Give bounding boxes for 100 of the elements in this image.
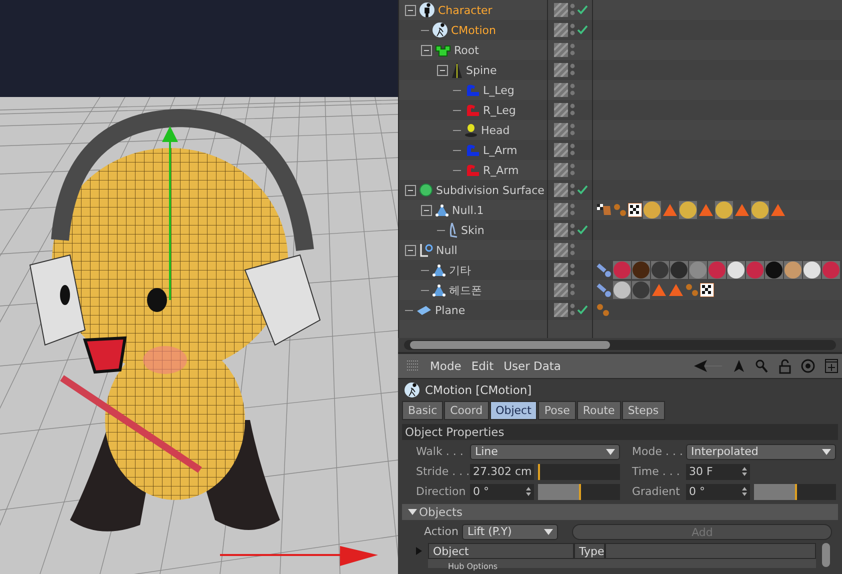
stepper-icon[interactable] — [526, 487, 531, 496]
dropdown[interactable]: Lift (P.Y) — [462, 524, 558, 540]
collapse-icon[interactable] — [421, 204, 432, 216]
object-name[interactable]: R_Arm — [483, 164, 519, 176]
slider-fill[interactable] — [538, 484, 581, 500]
object-name[interactable]: 기타 — [449, 262, 471, 278]
check-icon[interactable] — [577, 25, 588, 35]
tab[interactable]: Route — [576, 401, 621, 420]
object-name[interactable]: Plane — [435, 304, 466, 316]
collapse-caret-icon[interactable] — [408, 509, 417, 515]
layer-swatch-icon[interactable] — [554, 3, 568, 17]
object-row[interactable]: 헤드폰 — [398, 280, 842, 300]
object-name[interactable]: Null — [436, 244, 458, 256]
dropdown[interactable]: Line — [470, 444, 620, 460]
stepper-icon[interactable] — [742, 487, 747, 496]
triangle-tag-icon[interactable] — [770, 203, 786, 217]
x-axis-arrow-icon[interactable] — [220, 546, 378, 566]
check-icon[interactable] — [577, 305, 588, 315]
visibility-dots-icon[interactable] — [570, 263, 575, 277]
visibility-dots-icon[interactable] — [570, 83, 575, 97]
expand-caret-icon[interactable] — [416, 547, 422, 555]
tab[interactable]: Pose — [538, 401, 576, 420]
object-row[interactable]: Null.1 — [398, 200, 842, 220]
viewport-3d[interactable] — [0, 0, 398, 574]
stepper-icon[interactable] — [742, 467, 747, 476]
y-axis-arrow-icon[interactable] — [162, 126, 178, 300]
visibility-dots-icon[interactable] — [570, 223, 575, 237]
dropdown[interactable]: Interpolated — [686, 444, 836, 460]
menu-item[interactable]: User Data — [504, 359, 561, 373]
layer-swatch-icon[interactable] — [554, 23, 568, 37]
layer-swatch-icon[interactable] — [554, 263, 568, 277]
layer-swatch-icon[interactable] — [554, 143, 568, 157]
menu-item[interactable]: Edit — [471, 359, 494, 373]
slider-fill[interactable] — [754, 484, 797, 500]
dots-tag-icon[interactable] — [596, 303, 610, 317]
scrollbar-thumb[interactable] — [410, 341, 610, 349]
triangle-tag-icon[interactable] — [651, 283, 667, 297]
triangle-tag-icon[interactable] — [668, 283, 684, 297]
object-name[interactable]: Skin — [461, 224, 484, 236]
object-name[interactable]: Null.1 — [452, 204, 484, 216]
grip-icon[interactable] — [406, 360, 420, 372]
layer-swatch-icon[interactable] — [554, 103, 568, 117]
object-name[interactable]: 헤드폰 — [449, 282, 482, 298]
column-header[interactable]: Object — [428, 543, 574, 559]
material-sphere-icon[interactable] — [803, 261, 821, 279]
visibility-dots-icon[interactable] — [570, 63, 575, 77]
horizontal-scrollbar[interactable] — [404, 340, 836, 350]
collapse-icon[interactable] — [405, 184, 416, 196]
joint-tag-icon[interactable] — [596, 262, 612, 278]
object-row[interactable]: Skin — [398, 220, 842, 240]
object-name[interactable]: Character — [438, 4, 492, 16]
new-panel-icon[interactable] — [825, 359, 838, 373]
layer-swatch-icon[interactable] — [554, 83, 568, 97]
layer-swatch-icon[interactable] — [554, 63, 568, 77]
object-row[interactable]: CMotion — [398, 20, 842, 40]
column-header[interactable]: Type — [574, 543, 606, 559]
object-name[interactable]: Spine — [466, 64, 497, 76]
check-icon[interactable] — [577, 185, 588, 195]
object-row[interactable]: Plane — [398, 300, 842, 320]
object-row[interactable]: Subdivision Surface — [398, 180, 842, 200]
tab[interactable]: Coord — [444, 401, 489, 420]
object-row[interactable]: R_Arm — [398, 160, 842, 180]
section-header[interactable]: Objects — [402, 504, 838, 520]
visibility-dots-icon[interactable] — [570, 143, 575, 157]
layer-swatch-icon[interactable] — [554, 203, 568, 217]
visibility-dots-icon[interactable] — [570, 123, 575, 137]
object-row[interactable]: Root — [398, 40, 842, 60]
collapse-icon[interactable] — [405, 4, 416, 16]
layer-swatch-icon[interactable] — [554, 43, 568, 57]
material-sphere-icon[interactable] — [679, 201, 697, 219]
triangle-tag-icon[interactable] — [662, 203, 678, 217]
target-icon[interactable] — [801, 359, 815, 373]
checker-tag-icon[interactable] — [700, 283, 714, 297]
material-sphere-icon[interactable] — [715, 201, 733, 219]
visibility-dots-icon[interactable] — [570, 163, 575, 177]
collapse-icon[interactable] — [421, 44, 432, 56]
object-row[interactable]: R_Leg — [398, 100, 842, 120]
material-sphere-icon[interactable] — [765, 261, 783, 279]
vertical-scrollbar[interactable] — [822, 543, 830, 567]
layer-swatch-icon[interactable] — [554, 283, 568, 297]
material-sphere-icon[interactable] — [670, 261, 688, 279]
back-arrow-icon[interactable] — [693, 359, 723, 373]
visibility-dots-icon[interactable] — [570, 23, 575, 37]
menu-item[interactable]: Mode — [430, 359, 462, 373]
material-sphere-icon[interactable] — [632, 261, 650, 279]
object-row[interactable]: Character — [398, 0, 842, 20]
search-icon[interactable] — [755, 359, 769, 373]
collapse-icon[interactable] — [405, 244, 416, 256]
object-row[interactable]: L_Arm — [398, 140, 842, 160]
checker-tag-icon[interactable] — [628, 203, 642, 217]
visibility-dots-icon[interactable] — [570, 3, 575, 17]
material-sphere-icon[interactable] — [651, 261, 669, 279]
material-sphere-icon[interactable] — [727, 261, 745, 279]
visibility-dots-icon[interactable] — [570, 243, 575, 257]
visibility-dots-icon[interactable] — [570, 43, 575, 57]
visibility-dots-icon[interactable] — [570, 203, 575, 217]
object-row[interactable]: Null — [398, 240, 842, 260]
layer-swatch-icon[interactable] — [554, 243, 568, 257]
layer-swatch-icon[interactable] — [554, 163, 568, 177]
object-name[interactable]: R_Leg — [483, 104, 516, 116]
